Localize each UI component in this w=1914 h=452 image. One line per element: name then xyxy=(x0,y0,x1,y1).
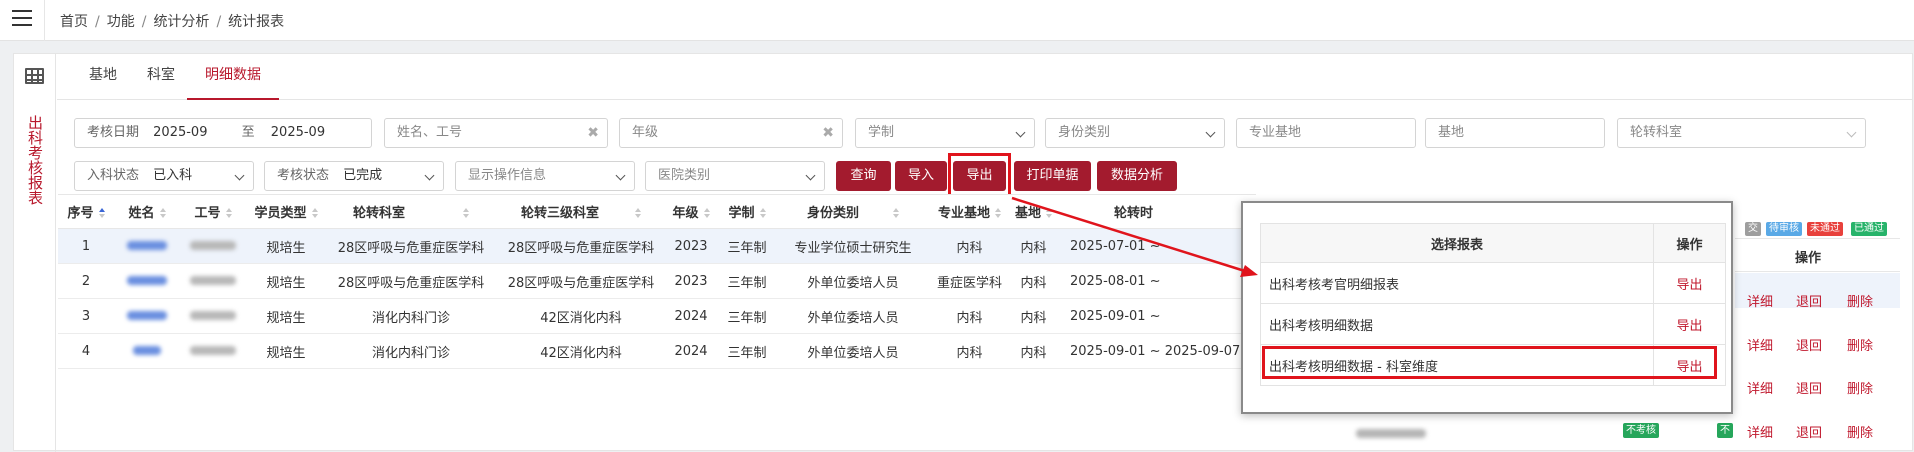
annotation-arrow xyxy=(1011,196,1258,277)
